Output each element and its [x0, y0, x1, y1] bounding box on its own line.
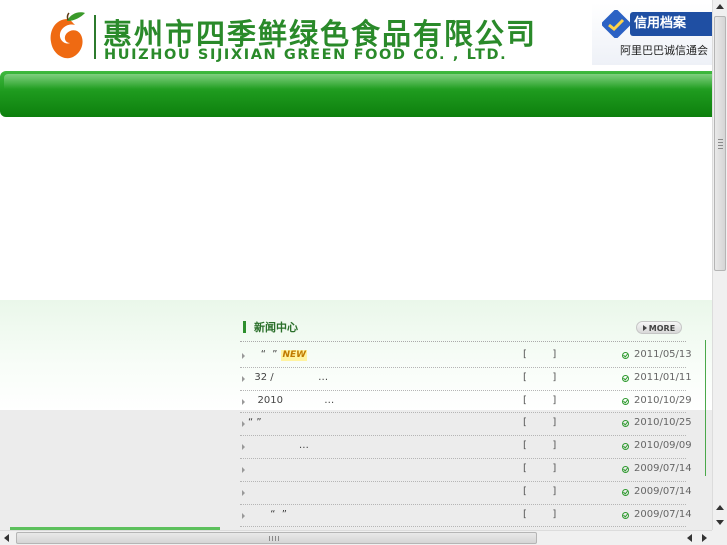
clock-icon	[622, 397, 629, 405]
arrow-left-icon	[4, 534, 9, 542]
news-item-date: 2010/10/25	[634, 417, 692, 429]
news-title: 新闻中心	[254, 321, 298, 334]
grip-line	[272, 536, 273, 541]
news-item-category: [ ]	[523, 440, 557, 452]
clock-icon	[622, 420, 629, 428]
scrollbar-corner	[712, 530, 727, 545]
bullet-arrow-icon	[242, 375, 245, 382]
arrow-left-icon	[687, 534, 692, 542]
news-list-item[interactable]: 32 / … [ ] 2011/01/11	[240, 368, 692, 391]
news-list-item[interactable]: 2010 … [ ] 2010/10/29	[240, 391, 692, 414]
horizontal-scrollbar[interactable]	[0, 530, 712, 545]
arrow-up-icon	[716, 505, 724, 510]
page-viewport: 惠州市四季鲜绿色食品有限公司 HUIZHOU SIJIXIAN GREEN FO…	[0, 0, 712, 530]
news-item-date: 2009/07/14	[634, 508, 692, 520]
credit-badge-subtitle: 阿里巴巴诚信通会	[620, 44, 708, 57]
news-item-category: [ ]	[523, 508, 557, 520]
more-button[interactable]: MORE	[636, 321, 682, 334]
clock-icon	[622, 488, 629, 496]
bullet-arrow-icon	[242, 421, 245, 428]
news-item-title[interactable]: “ ”	[248, 509, 287, 520]
credit-badge-title: 信用档案	[630, 12, 712, 36]
grip-line	[275, 536, 276, 541]
news-list-item[interactable]: “ ” NEW [ ] 2011/05/13	[240, 345, 692, 368]
news-item-title[interactable]: “ ” NEW	[248, 349, 308, 361]
clock-icon	[622, 511, 629, 519]
company-name-en: HUIZHOU SIJIXIAN GREEN FOOD CO. , LTD.	[104, 47, 508, 63]
nav-bar-highlight	[4, 74, 712, 89]
company-logo[interactable]: 惠州市四季鲜绿色食品有限公司 HUIZHOU SIJIXIAN GREEN FO…	[0, 3, 590, 65]
banner-area	[0, 117, 712, 300]
grip-line	[718, 145, 723, 146]
logo-divider	[94, 15, 96, 59]
news-item-date: 2011/05/13	[634, 349, 692, 360]
alibaba-handshake-icon	[602, 10, 630, 38]
bullet-arrow-icon	[242, 466, 245, 473]
news-item-category: [ ]	[523, 394, 557, 406]
more-label: MORE	[648, 324, 676, 333]
clock-icon	[622, 465, 629, 473]
news-list-item[interactable]: [ ] 2009/07/14	[240, 459, 692, 482]
scroll-up-button[interactable]	[713, 0, 727, 14]
news-item-date: 2009/07/14	[634, 462, 692, 474]
horizontal-scroll-thumb[interactable]	[16, 532, 537, 544]
grip-line	[718, 142, 723, 143]
right-column-rule	[705, 340, 706, 476]
scroll-down-button[interactable]	[713, 515, 727, 529]
news-list-item[interactable]: “ ” [ ] 2010/10/25	[240, 413, 692, 437]
news-list-item[interactable]: “ ” [ ] 2009/07/14	[240, 505, 692, 528]
news-header: 新闻中心 MORE	[240, 315, 686, 342]
vertical-scrollbar[interactable]	[712, 0, 727, 530]
scroll-left-button[interactable]	[0, 531, 14, 545]
news-item-category: [ ]	[523, 349, 557, 360]
news-item-title[interactable]: …	[248, 440, 309, 451]
grip-line	[278, 536, 279, 541]
clock-icon	[622, 443, 629, 451]
news-list-item[interactable]: [ ] 2009/07/14	[240, 482, 692, 505]
arrow-up-icon	[716, 4, 724, 9]
news-item-date: 2009/07/14	[634, 485, 692, 497]
main-nav-bar	[0, 71, 712, 117]
vertical-scroll-thumb[interactable]	[714, 16, 726, 271]
bullet-arrow-icon	[242, 444, 245, 451]
news-list: “ ” NEW [ ] 2011/05/13 32 / … [ ] 2011/01…	[240, 345, 692, 528]
scroll-left-button[interactable]	[683, 531, 697, 545]
scroll-right-button[interactable]	[697, 531, 711, 545]
news-item-date: 2011/01/11	[634, 371, 692, 383]
news-item-category: [ ]	[523, 462, 557, 474]
bullet-arrow-icon	[242, 489, 245, 496]
news-list-item[interactable]: … [ ] 2010/09/09	[240, 436, 692, 459]
content-section: 新闻中心 MORE “ ” NEW [ ] 2011/05/13 32 / … [	[0, 300, 712, 530]
bullet-arrow-icon	[242, 353, 245, 359]
grip-line	[718, 148, 723, 149]
bullet-arrow-icon	[242, 398, 245, 405]
scroll-down-button[interactable]	[713, 501, 727, 515]
arrow-down-icon	[716, 520, 724, 525]
alibaba-credit-badge[interactable]: 信用档案 阿里巴巴诚信通会	[592, 3, 712, 65]
site-header: 惠州市四季鲜绿色食品有限公司 HUIZHOU SIJIXIAN GREEN FO…	[0, 0, 712, 70]
news-item-date: 2010/09/09	[634, 440, 692, 452]
news-item-category: [ ]	[523, 417, 557, 429]
news-item-date: 2010/10/29	[634, 394, 692, 406]
news-item-title[interactable]: 2010 …	[248, 395, 335, 406]
news-panel: 新闻中心 MORE “ ” NEW [ ] 2011/05/13 32 / … [	[240, 315, 692, 530]
news-item-category: [ ]	[523, 485, 557, 497]
news-item-category: [ ]	[523, 371, 557, 383]
news-item-title[interactable]: 32 / …	[248, 372, 328, 383]
clock-icon	[622, 352, 629, 359]
clock-icon	[622, 374, 629, 382]
news-item-title-text: “ ”	[248, 349, 278, 360]
new-badge: NEW	[281, 350, 308, 361]
arrow-right-icon	[702, 534, 707, 542]
more-arrow-icon	[642, 325, 647, 331]
orange-fruit-logo-icon	[50, 12, 85, 59]
bullet-arrow-icon	[242, 512, 245, 519]
news-item-title[interactable]: “ ”	[248, 417, 262, 428]
news-title-marker	[243, 321, 246, 333]
grip-line	[718, 139, 723, 140]
grip-line	[269, 536, 270, 541]
